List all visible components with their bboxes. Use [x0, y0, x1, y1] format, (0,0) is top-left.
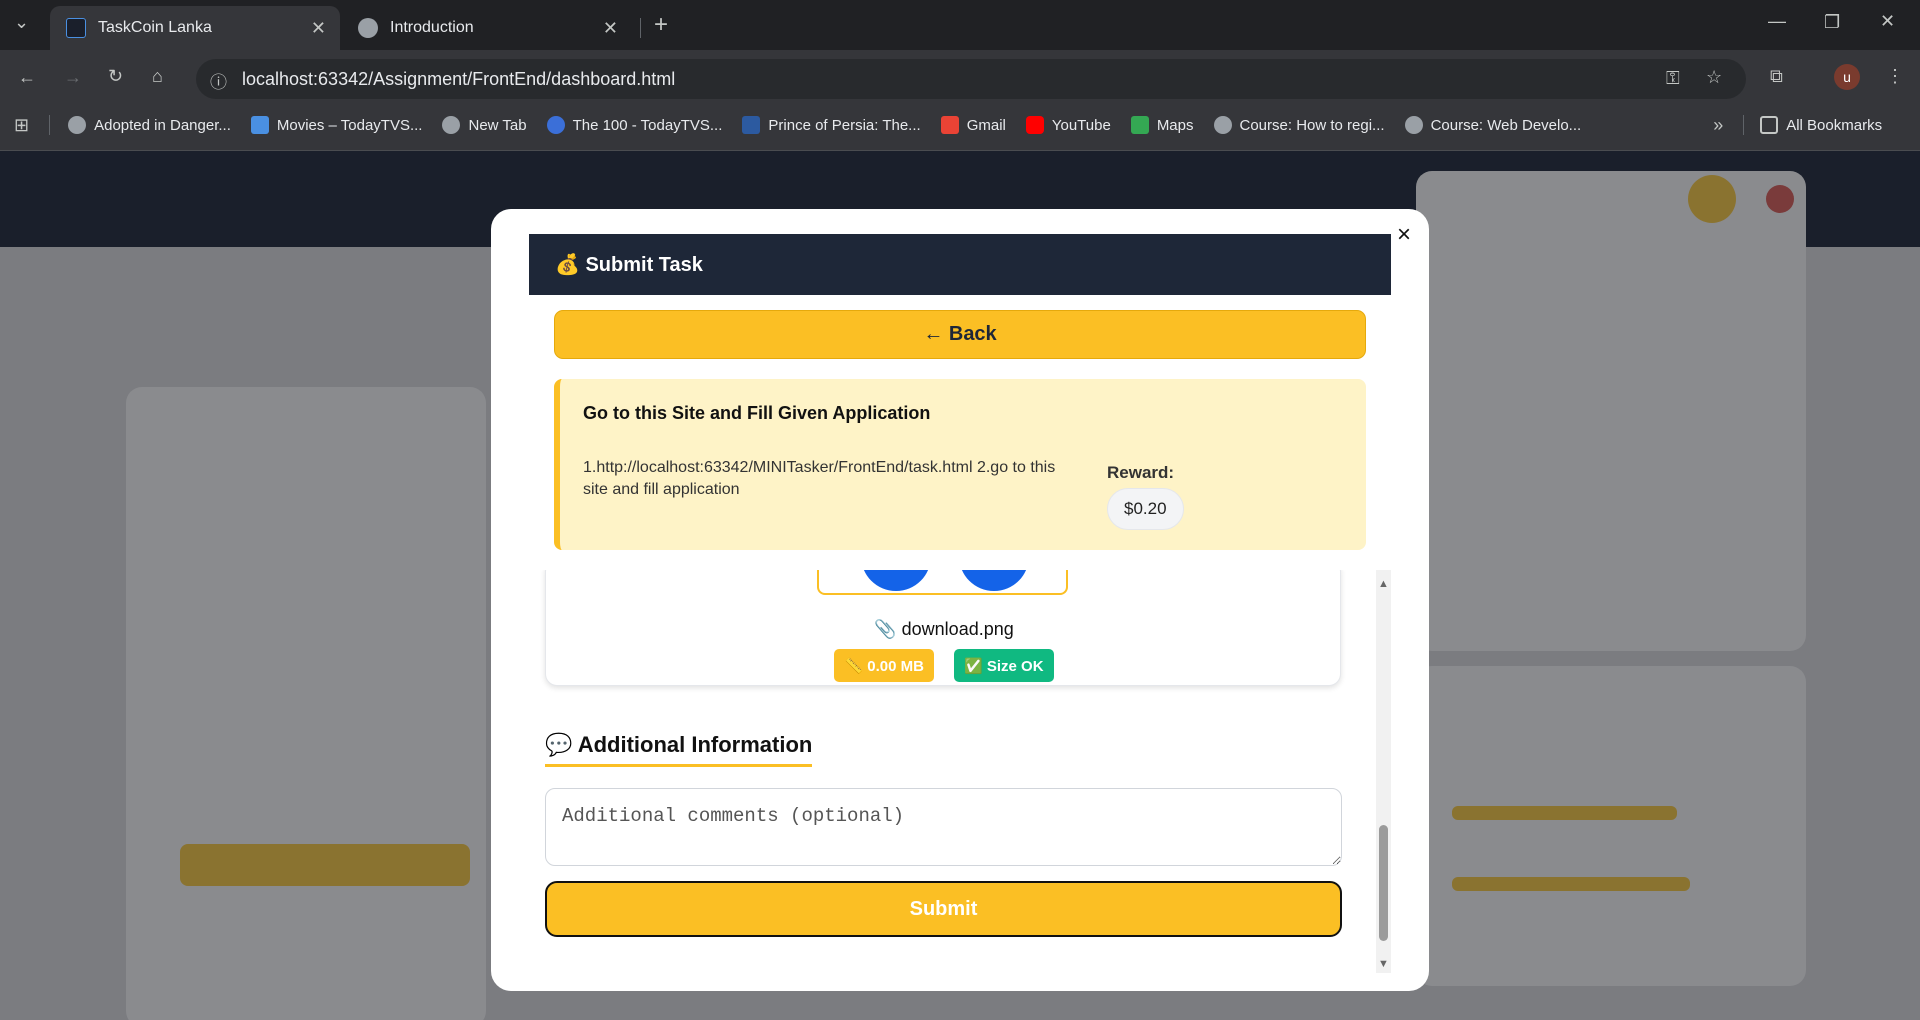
comments-textarea[interactable] — [545, 788, 1342, 866]
tab-introduction[interactable]: Introduction ✕ — [342, 6, 632, 50]
todaytvs-icon — [546, 116, 565, 134]
tab-title: Introduction — [390, 19, 474, 36]
file-size-badge: 📏 0.00 MB — [834, 649, 934, 682]
reward-label: Reward: — [1107, 463, 1175, 482]
submit-button[interactable]: Submit — [545, 881, 1342, 937]
bookmark-item[interactable]: YouTube — [1025, 116, 1111, 134]
tab-search-icon[interactable]: ⌄ — [14, 12, 29, 33]
file-preview-card: 📎 download.png 📏 0.00 MB ✅ Size OK — [545, 570, 1341, 686]
todaytvs-icon — [250, 116, 269, 134]
modal-scroll-area[interactable]: 📎 download.png 📏 0.00 MB ✅ Size OK 💬 Add… — [529, 570, 1391, 973]
task-info-card: Go to this Site and Fill Given Applicati… — [554, 379, 1366, 550]
bookmarks-bar: ⊞ Adopted in Danger... Movies – TodayTVS… — [0, 109, 1920, 141]
size-ok-badge: ✅ Size OK — [954, 649, 1054, 682]
bookmark-separator — [49, 115, 51, 135]
browser-chrome: ⌄ TaskCoin Lanka ✕ Introduction ✕ + — ❐ … — [0, 0, 1920, 151]
globe-icon — [1404, 116, 1423, 134]
gmail-icon — [940, 116, 959, 134]
bookmark-item[interactable]: Movies – TodayTVS... — [250, 116, 422, 134]
progress-bar-blurred — [1452, 806, 1677, 820]
taskcoin-favicon — [66, 18, 86, 38]
apps-grid-icon[interactable]: ⊞ — [14, 115, 29, 136]
game-icon — [742, 116, 761, 134]
thumbnail-gap — [929, 570, 961, 593]
back-nav-icon[interactable]: ← — [18, 67, 36, 88]
address-bar[interactable]: ⓘ localhost:63342/Assignment/FrontEnd/da… — [196, 59, 1746, 99]
file-badges: 📏 0.00 MB ✅ Size OK — [546, 649, 1342, 682]
all-bookmarks[interactable]: All Bookmarks — [1760, 116, 1882, 134]
password-key-icon[interactable]: ⚿ — [1666, 68, 1680, 89]
back-button[interactable]: ← Back — [554, 310, 1366, 359]
tab-title: TaskCoin Lanka — [98, 19, 212, 36]
task-title: Go to this Site and Fill Given Applicati… — [583, 403, 931, 423]
bookmark-item[interactable]: Maps — [1130, 116, 1194, 134]
logout-icon — [1766, 185, 1794, 213]
url-text: localhost:63342/Assignment/FrontEnd/dash… — [242, 69, 676, 89]
tab-strip: ⌄ TaskCoin Lanka ✕ Introduction ✕ + — ❐ … — [0, 0, 1920, 50]
forward-nav-icon[interactable]: → — [64, 67, 82, 88]
user-avatar — [1688, 175, 1736, 223]
more-bookmarks-icon[interactable]: » — [1713, 115, 1723, 136]
bookmark-item[interactable]: Course: How to regi... — [1213, 116, 1385, 134]
menu-kebab-icon[interactable]: ⋮ — [1886, 66, 1904, 87]
bookmark-item[interactable]: Prince of Persia: The... — [742, 116, 921, 134]
globe-icon — [1213, 116, 1232, 134]
thumbnail-shape — [861, 570, 931, 591]
home-icon[interactable]: ⌂ — [152, 66, 163, 87]
youtube-icon — [1025, 116, 1044, 134]
task-description: 1.http://localhost:63342/MINITasker/Fron… — [583, 459, 1056, 498]
file-name: 📎 download.png — [874, 619, 1014, 639]
folder-icon — [1760, 116, 1779, 134]
maps-icon — [1130, 116, 1149, 134]
close-window-icon[interactable]: ✕ — [1880, 11, 1895, 32]
bookmark-item[interactable]: Course: Web Develo... — [1404, 116, 1581, 134]
profile-avatar[interactable]: u — [1834, 64, 1860, 90]
additional-info-heading: 💬 Additional Information — [545, 732, 813, 767]
sidebar-panel — [1416, 171, 1806, 651]
close-tab-icon[interactable]: ✕ — [311, 18, 326, 39]
submit-task-modal: × 💰 Submit Task ← Back Go to this Site a… — [491, 209, 1429, 991]
bookmark-item[interactable]: Gmail — [940, 116, 1006, 134]
tab-separator — [640, 18, 641, 38]
image-thumbnail — [817, 570, 1068, 595]
apply-button-blurred — [180, 844, 470, 886]
progress-bar-blurred — [1452, 877, 1690, 891]
bookmark-star-icon[interactable]: ☆ — [1706, 67, 1722, 88]
bookmark-item[interactable]: The 100 - TodayTVS... — [546, 116, 722, 134]
modal-scrollbar[interactable]: ▲ ▼ — [1376, 570, 1391, 973]
bookmark-separator — [1743, 115, 1745, 135]
globe-icon — [68, 116, 87, 134]
minimize-icon[interactable]: — — [1768, 11, 1786, 32]
close-tab-icon[interactable]: ✕ — [603, 18, 618, 39]
available-tasks-panel — [126, 387, 486, 1020]
new-tab-icon[interactable]: + — [654, 11, 668, 39]
tab-taskcoin[interactable]: TaskCoin Lanka ✕ — [50, 6, 340, 50]
globe-icon — [358, 18, 378, 38]
modal-title: 💰 Submit Task — [529, 234, 1391, 295]
reward-badge: $0.20 — [1107, 488, 1184, 530]
weekly-progress-panel — [1416, 666, 1806, 986]
reload-icon[interactable]: ↻ — [108, 66, 123, 87]
scrollbar-thumb[interactable] — [1379, 825, 1388, 941]
scroll-down-arrow-icon[interactable]: ▼ — [1378, 958, 1389, 970]
scroll-up-arrow-icon[interactable]: ▲ — [1378, 578, 1389, 590]
extensions-icon[interactable]: ⧉ — [1770, 66, 1783, 87]
bookmark-item[interactable]: New Tab — [442, 116, 527, 134]
restore-icon[interactable]: ❐ — [1824, 12, 1840, 33]
globe-icon — [442, 116, 461, 134]
thumbnail-shape — [959, 570, 1029, 591]
site-info-icon[interactable]: ⓘ — [210, 68, 227, 93]
close-icon[interactable]: × — [1397, 221, 1411, 249]
bookmark-item[interactable]: Adopted in Danger... — [68, 116, 231, 134]
